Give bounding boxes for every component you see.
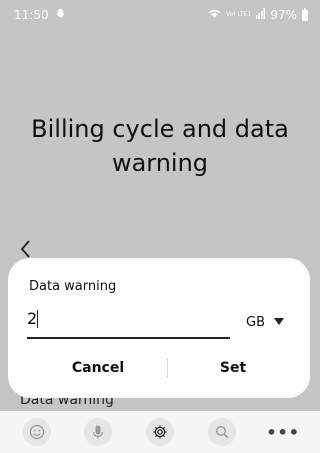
snapchat-ghost-icon xyxy=(55,8,66,22)
cancel-button[interactable]: Cancel xyxy=(48,355,148,381)
status-bar: 11:50 Vo) LTE1 97% xyxy=(0,0,320,30)
back-arrow-icon[interactable] xyxy=(15,238,37,260)
set-button[interactable]: Set xyxy=(183,355,283,381)
page-title: Billing cycle and data warning xyxy=(31,115,289,177)
dropdown-arrow-icon xyxy=(274,317,284,325)
keyboard-toolbar: ••• xyxy=(0,411,320,453)
unit-dropdown[interactable]: GB xyxy=(246,310,284,334)
status-time: 11:50 xyxy=(14,8,49,22)
text-caret xyxy=(37,310,38,328)
battery-percent: 97% xyxy=(270,8,297,22)
more-icon[interactable]: ••• xyxy=(266,418,299,446)
data-warning-dialog: Data warning 2 GB Cancel Set xyxy=(8,258,310,398)
microphone-icon[interactable] xyxy=(84,418,113,446)
unit-dropdown-value: GB xyxy=(246,314,265,330)
settings-gear-icon[interactable] xyxy=(145,418,174,446)
button-divider xyxy=(167,359,168,377)
battery-icon xyxy=(302,7,308,21)
network-type-label: Vo) LTE1 xyxy=(225,11,252,18)
data-warning-input[interactable]: 2 xyxy=(27,305,230,339)
data-warning-input-value: 2 xyxy=(27,309,38,328)
signal-icon xyxy=(256,8,266,22)
wifi-icon xyxy=(208,8,221,22)
search-icon[interactable] xyxy=(207,418,236,446)
emoji-icon[interactable] xyxy=(22,418,51,446)
dialog-title: Data warning xyxy=(29,279,117,294)
